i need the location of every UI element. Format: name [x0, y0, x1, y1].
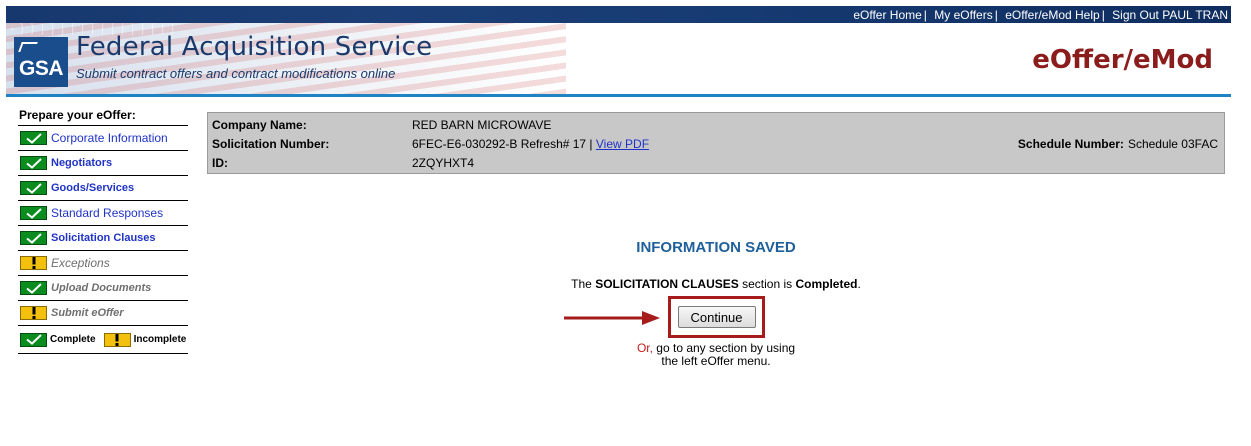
checkmark-icon — [20, 131, 47, 145]
menu-item-submit-eoffer: Submit eOffer — [18, 301, 188, 326]
menu-heading: Prepare your eOffer: — [18, 106, 188, 126]
menu-label-submit-eoffer: Submit eOffer — [51, 307, 124, 319]
menu-item-solicitation-clauses[interactable]: Solicitation Clauses — [18, 226, 188, 251]
site-subtitle: Submit contract offers and contract modi… — [76, 66, 396, 81]
solicitation-number-text: 6FEC-E6-030292-B Refresh# 17 | — [412, 137, 593, 151]
header-banner: GSA Federal Acquisition Service Submit c… — [6, 23, 1231, 94]
menu-link-corporate-information[interactable]: Corporate Information — [51, 131, 168, 145]
eoffer-home-link[interactable]: eOffer Home — [853, 8, 921, 22]
checkmark-icon — [20, 181, 47, 195]
checkmark-icon — [20, 231, 47, 245]
top-nav-bar: eOffer Home | My eOffers | eOffer/eMod Hel… — [6, 6, 1231, 23]
menu-item-goods-services[interactable]: Goods/Services — [18, 176, 188, 201]
checkmark-icon — [20, 332, 47, 347]
msg-middle: section is — [742, 277, 793, 291]
id-label: ID: — [212, 156, 228, 170]
solicitation-number-value: 6FEC-E6-030292-B Refresh# 17 | View PDF — [412, 137, 649, 151]
menu-item-negotiators[interactable]: Negotiators — [18, 151, 188, 176]
menu-label-exceptions: Exceptions — [51, 256, 110, 270]
id-value: 2ZQYHXT4 — [412, 156, 475, 170]
checkmark-icon — [20, 281, 47, 295]
msg-end: . — [857, 277, 861, 291]
menu-link-negotiators[interactable]: Negotiators — [51, 157, 112, 169]
legend-incomplete-label: Incomplete — [133, 334, 187, 345]
sign-out-link[interactable]: Sign Out PAUL TRAN — [1112, 8, 1228, 22]
exclamation-icon — [20, 306, 47, 320]
site-title: Federal Acquisition Service — [76, 32, 433, 62]
header-divider — [6, 94, 1231, 97]
saved-message: The SOLICITATION CLAUSES section is Comp… — [571, 277, 861, 291]
continue-highlight-frame: Continue — [668, 296, 765, 338]
exclamation-icon — [103, 332, 131, 347]
gsa-logo: GSA — [14, 37, 68, 87]
status-legend: Complete Incomplete — [18, 326, 188, 354]
left-eoffer-menu: Prepare your eOffer: Corporate Informati… — [18, 106, 188, 354]
schedule-number-value: Schedule 03FAC — [1127, 137, 1218, 151]
menu-link-solicitation-clauses[interactable]: Solicitation Clauses — [51, 232, 156, 244]
alt-line2: the left eOffer menu. — [661, 354, 771, 368]
offer-info-panel: Company Name: RED BARN MICROWAVE Solicit… — [207, 112, 1225, 174]
top-nav-links: eOffer Home | My eOffers | eOffer/eMod Hel… — [853, 8, 1228, 22]
information-saved-heading: INFORMATION SAVED — [636, 239, 796, 256]
view-pdf-link[interactable]: View PDF — [596, 137, 649, 151]
msg-the: The — [571, 277, 592, 291]
solicitation-number-label: Solicitation Number: — [212, 137, 330, 151]
my-eoffers-link[interactable]: My eOffers — [934, 8, 992, 22]
alt-or: Or, — [636, 341, 653, 355]
schedule-number: Schedule Number: Schedule 03FAC — [1018, 137, 1218, 151]
menu-item-exceptions: Exceptions — [18, 251, 188, 276]
msg-status: Completed — [795, 277, 858, 291]
menu-link-goods-services[interactable]: Goods/Services — [51, 182, 134, 194]
menu-link-standard-responses[interactable]: Standard Responses — [51, 206, 163, 220]
menu-label-upload-documents: Upload Documents — [51, 282, 152, 294]
alt-line1: go to any section by using — [656, 341, 796, 355]
app-title: eOffer/eMod — [1032, 45, 1213, 75]
legend-complete-label: Complete — [50, 334, 96, 345]
red-arrow-icon — [564, 311, 660, 325]
continue-button[interactable]: Continue — [677, 306, 756, 328]
msg-section-name: SOLICITATION CLAUSES — [595, 277, 739, 291]
menu-item-standard-responses[interactable]: Standard Responses — [18, 201, 188, 226]
schedule-number-label: Schedule Number: — [1017, 137, 1124, 151]
help-link[interactable]: eOffer/eMod Help — [1005, 8, 1100, 22]
exclamation-icon — [20, 256, 47, 270]
menu-item-corporate-information[interactable]: Corporate Information — [18, 126, 188, 151]
alternate-navigation-message: Or, go to any section by using the left … — [637, 342, 795, 368]
company-name-label: Company Name: — [212, 118, 307, 132]
checkmark-icon — [20, 156, 47, 170]
menu-item-upload-documents: Upload Documents — [18, 276, 188, 301]
company-name-value: RED BARN MICROWAVE — [412, 118, 552, 132]
checkmark-icon — [20, 206, 47, 220]
